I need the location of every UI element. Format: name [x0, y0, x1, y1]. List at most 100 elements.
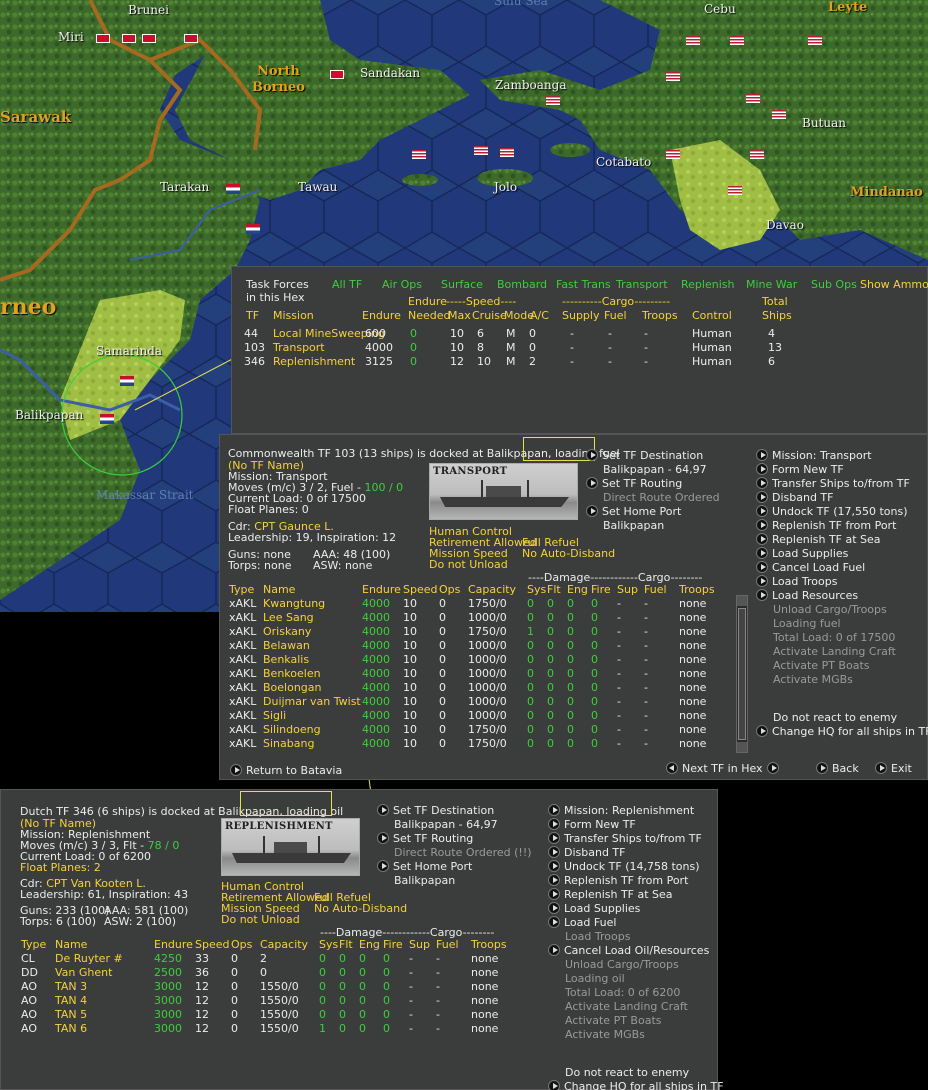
action-form-new-tf[interactable]: Form New TF: [548, 818, 636, 832]
col-name-header[interactable]: Name: [263, 583, 295, 596]
set-home-port-button[interactable]: Set Home Port: [377, 860, 472, 874]
ship-row[interactable]: xAKL Lee Sang 4000 10 0 1000/0 0 0 0 0- - none: [229, 611, 739, 625]
next-tf-in-hex-button[interactable]: Next TF in Hex: [666, 762, 783, 776]
filter-fast-trans[interactable]: Fast Trans: [556, 278, 611, 291]
ship-name[interactable]: Oriskany: [263, 625, 311, 638]
ship-row[interactable]: xAKL Benkoelen 4000 10 0 1000/0 0 0 0 0- - none: [229, 667, 739, 681]
ship-name[interactable]: Boelongan: [263, 681, 322, 694]
ship-name[interactable]: Belawan: [263, 639, 310, 652]
action-replenish-tf-at-sea[interactable]: Replenish TF at Sea: [548, 888, 673, 902]
col-eng-header[interactable]: Eng: [359, 938, 380, 951]
col-capacity-header[interactable]: Capacity: [260, 938, 308, 951]
col-speed-header[interactable]: Speed: [195, 938, 229, 951]
col-ops-header[interactable]: Ops: [439, 583, 460, 596]
col-endure-header[interactable]: Endure: [362, 583, 401, 596]
tf-mission[interactable]: Replenishment: [273, 355, 355, 368]
ship-name[interactable]: De Ruyter #: [55, 952, 123, 965]
ship-name[interactable]: Sinabang: [263, 737, 314, 750]
ship-name[interactable]: Lee Sang: [263, 611, 314, 624]
scroll-up-button[interactable]: [737, 596, 747, 606]
action-load-troops[interactable]: Load Troops: [756, 575, 837, 589]
ship-row[interactable]: CL De Ruyter #4250 33 0 2 0 0 0 0- - none: [21, 952, 531, 966]
set-tf-routing-button[interactable]: Set TF Routing: [377, 832, 473, 846]
set-tf-destination-button[interactable]: Set TF Destination: [377, 804, 494, 818]
col-flt-header[interactable]: Flt: [339, 938, 353, 951]
ship-row[interactable]: xAKL Sigli 4000 10 0 1000/0 0 0 0 0- - none: [229, 709, 739, 723]
col-eng-header[interactable]: Eng: [567, 583, 588, 596]
ship-row[interactable]: AO TAN 6 3000 12 0 1550/0 1 0 0 0- - none: [21, 1022, 531, 1036]
tf-row[interactable]: 103 Transport 4000 0 10 8 M 0 - - - Huma…: [232, 341, 912, 355]
ship-name[interactable]: TAN 3: [55, 980, 87, 993]
action-disband-tf[interactable]: Disband TF: [756, 491, 833, 505]
col-fuel-header[interactable]: Fuel: [644, 583, 667, 596]
filter-bombard[interactable]: Bombard: [497, 278, 547, 291]
ship-name[interactable]: Duijmar van Twist: [263, 695, 361, 708]
set-tf-routing-button[interactable]: Set TF Routing: [586, 477, 682, 491]
action-transfer-ships-to-from-tf[interactable]: Transfer Ships to/from TF: [756, 477, 910, 491]
col-sys-header[interactable]: Sys: [319, 938, 338, 951]
ship-name[interactable]: TAN 4: [55, 994, 87, 1007]
scroll-thumb[interactable]: [738, 608, 746, 740]
ship-name[interactable]: Kwangtung: [263, 597, 325, 610]
col-sup-header[interactable]: Sup: [409, 938, 430, 951]
ship-row[interactable]: xAKL Silindoeng 4000 10 0 1750/0 0 0 0 0- - none: [229, 723, 739, 737]
change-hq-button[interactable]: Change HQ for all ships in TF: [756, 725, 928, 739]
action-form-new-tf[interactable]: Form New TF: [756, 463, 844, 477]
col-speed-header[interactable]: Speed: [403, 583, 437, 596]
action-cancel-load-fuel[interactable]: Cancel Load Fuel: [756, 561, 865, 575]
col-fire-header[interactable]: Fire: [591, 583, 611, 596]
ship-list-scrollbar[interactable]: [736, 595, 748, 753]
col-flt-header[interactable]: Flt: [547, 583, 561, 596]
ship-row[interactable]: xAKL Kwangtung 4000 10 0 1750/0 0 0 0 0- - none: [229, 597, 739, 611]
action-load-fuel[interactable]: Load Fuel: [548, 916, 616, 930]
ship-row[interactable]: xAKL Oriskany 4000 10 0 1750/0 1 0 0 0- - none: [229, 625, 739, 639]
col-sys-header[interactable]: Sys: [527, 583, 546, 596]
filter-all-tf[interactable]: All TF: [332, 278, 362, 291]
ship-row[interactable]: DD Van Ghent 2500 36 0 0 0 0 0 0- - none: [21, 966, 531, 980]
tf-row[interactable]: 346 Replenishment 3125 0 12 10 M 2 - - -…: [232, 355, 912, 369]
ship-row[interactable]: xAKL Boelongan 4000 10 0 1000/0 0 0 0 0- - none: [229, 681, 739, 695]
action-load-supplies[interactable]: Load Supplies: [548, 902, 640, 916]
col-fire-header[interactable]: Fire: [383, 938, 403, 951]
col-troops-header[interactable]: Troops: [471, 938, 507, 951]
action-disband-tf[interactable]: Disband TF: [548, 846, 625, 860]
action-load-resources[interactable]: Load Resources: [756, 589, 858, 603]
filter-sub-ops[interactable]: Sub Ops: [811, 278, 857, 291]
filter-replenish[interactable]: Replenish: [681, 278, 734, 291]
action-undock-tf-17-550-tons[interactable]: Undock TF (17,550 tons): [756, 505, 908, 519]
action-replenish-tf-from-port[interactable]: Replenish TF from Port: [756, 519, 896, 533]
react-to-enemy-toggle[interactable]: Do not react to enemy: [565, 1066, 689, 1080]
ship-name[interactable]: Van Ghent: [55, 966, 112, 979]
action-undock-tf-14-758-tons[interactable]: Undock TF (14,758 tons): [548, 860, 700, 874]
flag-no-auto-disband[interactable]: No Auto-Disband: [314, 902, 407, 915]
col-endure-header[interactable]: Endure: [154, 938, 193, 951]
filter-transport[interactable]: Transport: [616, 278, 668, 291]
col-fuel-header[interactable]: Fuel: [436, 938, 459, 951]
scroll-down-button[interactable]: [737, 742, 747, 752]
action-mission-transport[interactable]: Mission: Transport: [756, 449, 872, 463]
col-capacity-header[interactable]: Capacity: [468, 583, 516, 596]
col-ops-header[interactable]: Ops: [231, 938, 252, 951]
action-replenish-tf-from-port[interactable]: Replenish TF from Port: [548, 874, 688, 888]
ship-name[interactable]: Sigli: [263, 709, 286, 722]
change-hq-button[interactable]: Change HQ for all ships in TF: [548, 1080, 724, 1090]
ship-name[interactable]: Benkoelen: [263, 667, 321, 680]
ship-row[interactable]: AO TAN 3 3000 12 0 1550/0 0 0 0 0- - none: [21, 980, 531, 994]
ship-name[interactable]: TAN 6: [55, 1022, 87, 1035]
col-name-header[interactable]: Name: [55, 938, 87, 951]
col-troops-header[interactable]: Troops: [679, 583, 715, 596]
action-cancel-load-oil-resources[interactable]: Cancel Load Oil/Resources: [548, 944, 709, 958]
exit-button[interactable]: Exit: [875, 762, 912, 776]
flag-do-not-unload[interactable]: Do not Unload: [221, 913, 300, 926]
back-button[interactable]: Back: [816, 762, 859, 776]
ship-name[interactable]: Benkalis: [263, 653, 309, 666]
ship-row[interactable]: xAKL Benkalis 4000 10 0 1000/0 0 0 0 0- - none: [229, 653, 739, 667]
tf-mission[interactable]: Transport: [273, 341, 325, 354]
flag-do-not-unload[interactable]: Do not Unload: [429, 558, 508, 571]
set-tf-destination-button[interactable]: Set TF Destination: [586, 449, 703, 463]
ship-row[interactable]: xAKL Duijmar van Twist 4000 10 0 1000/0 0 0 0 0- -…: [229, 695, 739, 709]
ship-name[interactable]: TAN 5: [55, 1008, 87, 1021]
action-load-supplies[interactable]: Load Supplies: [756, 547, 848, 561]
ship-name[interactable]: Silindoeng: [263, 723, 321, 736]
set-home-port-button[interactable]: Set Home Port: [586, 505, 681, 519]
